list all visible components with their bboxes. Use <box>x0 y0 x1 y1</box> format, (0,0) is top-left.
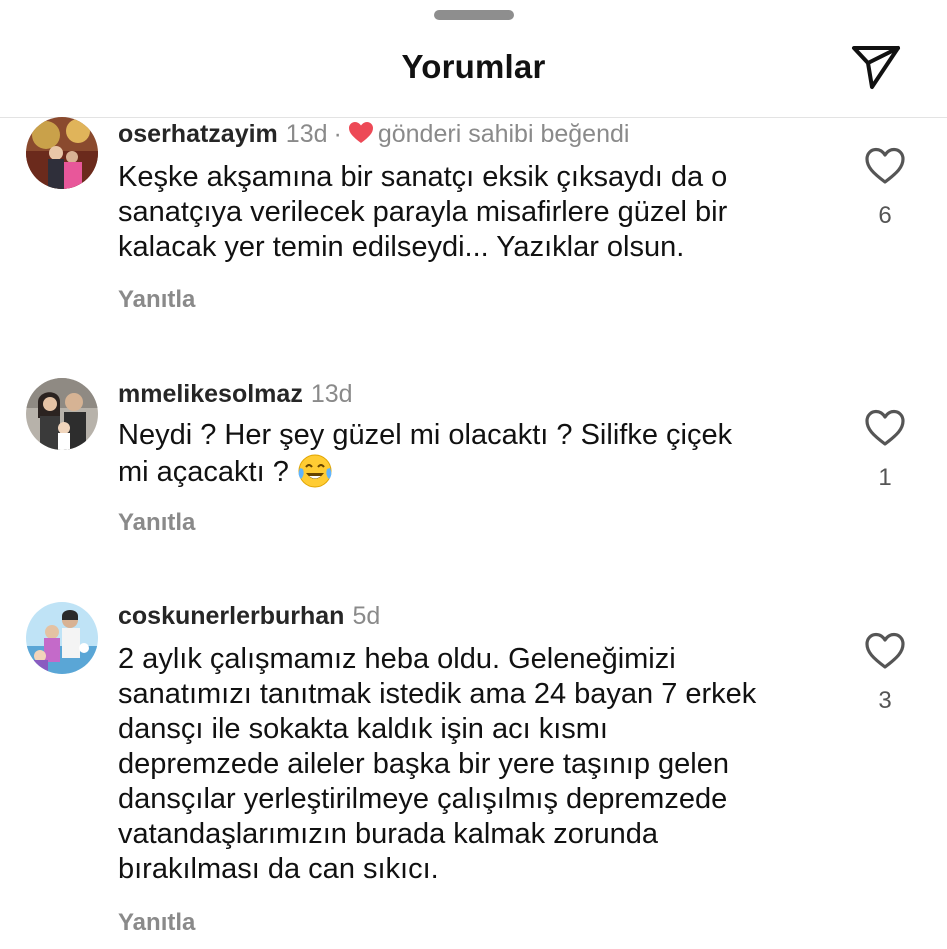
comment-line: vatandaşlarımızın burada kalmak zorunda <box>118 818 659 850</box>
paper-plane-icon[interactable] <box>850 43 902 91</box>
timestamp: 13d <box>285 120 328 148</box>
comment-line: Neydi ? Her şey güzel mi olacaktı ? Sili… <box>118 419 733 451</box>
comment-line: dansçılar yerleştirilmeye çalışılmış dep… <box>118 783 728 815</box>
timestamp: 13d <box>310 380 353 408</box>
like-count: 6 <box>878 202 892 229</box>
comment-text: Neydi ? Her şey güzel mi olacaktı ? Sili… <box>118 418 838 498</box>
comment-line: 2 aylık çalışmamız heba oldu. Geleneğimi… <box>118 643 676 675</box>
username[interactable]: oserhatzayim <box>118 120 278 148</box>
comment-line: dansçı ile sokakta kaldık işin acı kısmı <box>118 713 608 745</box>
comment-meta: mmelikesolmaz 13d <box>118 380 353 409</box>
page-title: Yorumlar <box>401 48 546 85</box>
like-count: 1 <box>878 464 892 491</box>
heart-outline-icon[interactable] <box>864 408 906 448</box>
comment-line: sanatçıya verilecek parayla misafirlere … <box>118 196 728 228</box>
timestamp: 5d <box>352 602 381 630</box>
face-with-tears-of-joy-icon <box>297 453 333 498</box>
reply-button[interactable]: Yanıtla <box>118 286 195 314</box>
comment-meta: oserhatzayim 13d · gönderi sahibi beğendi <box>118 120 629 152</box>
comment-line: sanatımızı tanıtmak istedik ama 24 bayan… <box>118 678 757 710</box>
owner-liked-heart-icon <box>348 121 374 152</box>
comment-line: Keşke akşamına bir sanatçı eksik çıksayd… <box>118 161 728 193</box>
comment-meta: coskunerlerburhan 5d <box>118 602 380 631</box>
reply-button[interactable]: Yanıtla <box>118 509 195 537</box>
separator-dot: · <box>333 120 342 148</box>
comment-line: depremzede aileler başka bir yere taşını… <box>118 748 729 780</box>
username[interactable]: mmelikesolmaz <box>118 380 303 408</box>
heart-outline-icon[interactable] <box>864 631 906 671</box>
comment-text: 2 aylık çalışmamız heba oldu. Geleneğimi… <box>118 642 838 887</box>
comment-line: mi açacaktı ? <box>118 456 289 488</box>
like-count: 3 <box>878 687 892 714</box>
heart-outline-icon[interactable] <box>864 146 906 186</box>
username[interactable]: coskunerlerburhan <box>118 602 344 630</box>
comments-header: Yorumlar <box>0 0 947 118</box>
avatar[interactable] <box>26 378 98 450</box>
avatar[interactable] <box>26 117 98 189</box>
comment-text: Keşke akşamına bir sanatçı eksik çıksayd… <box>118 160 838 265</box>
reply-button[interactable]: Yanıtla <box>118 909 195 937</box>
owner-liked-label: gönderi sahibi beğendi <box>377 120 630 148</box>
comment-line: kalacak yer temin edilseydi... Yazıklar … <box>118 231 685 263</box>
comment-line: bırakılması da can sıkıcı. <box>118 853 439 885</box>
avatar[interactable] <box>26 602 98 674</box>
